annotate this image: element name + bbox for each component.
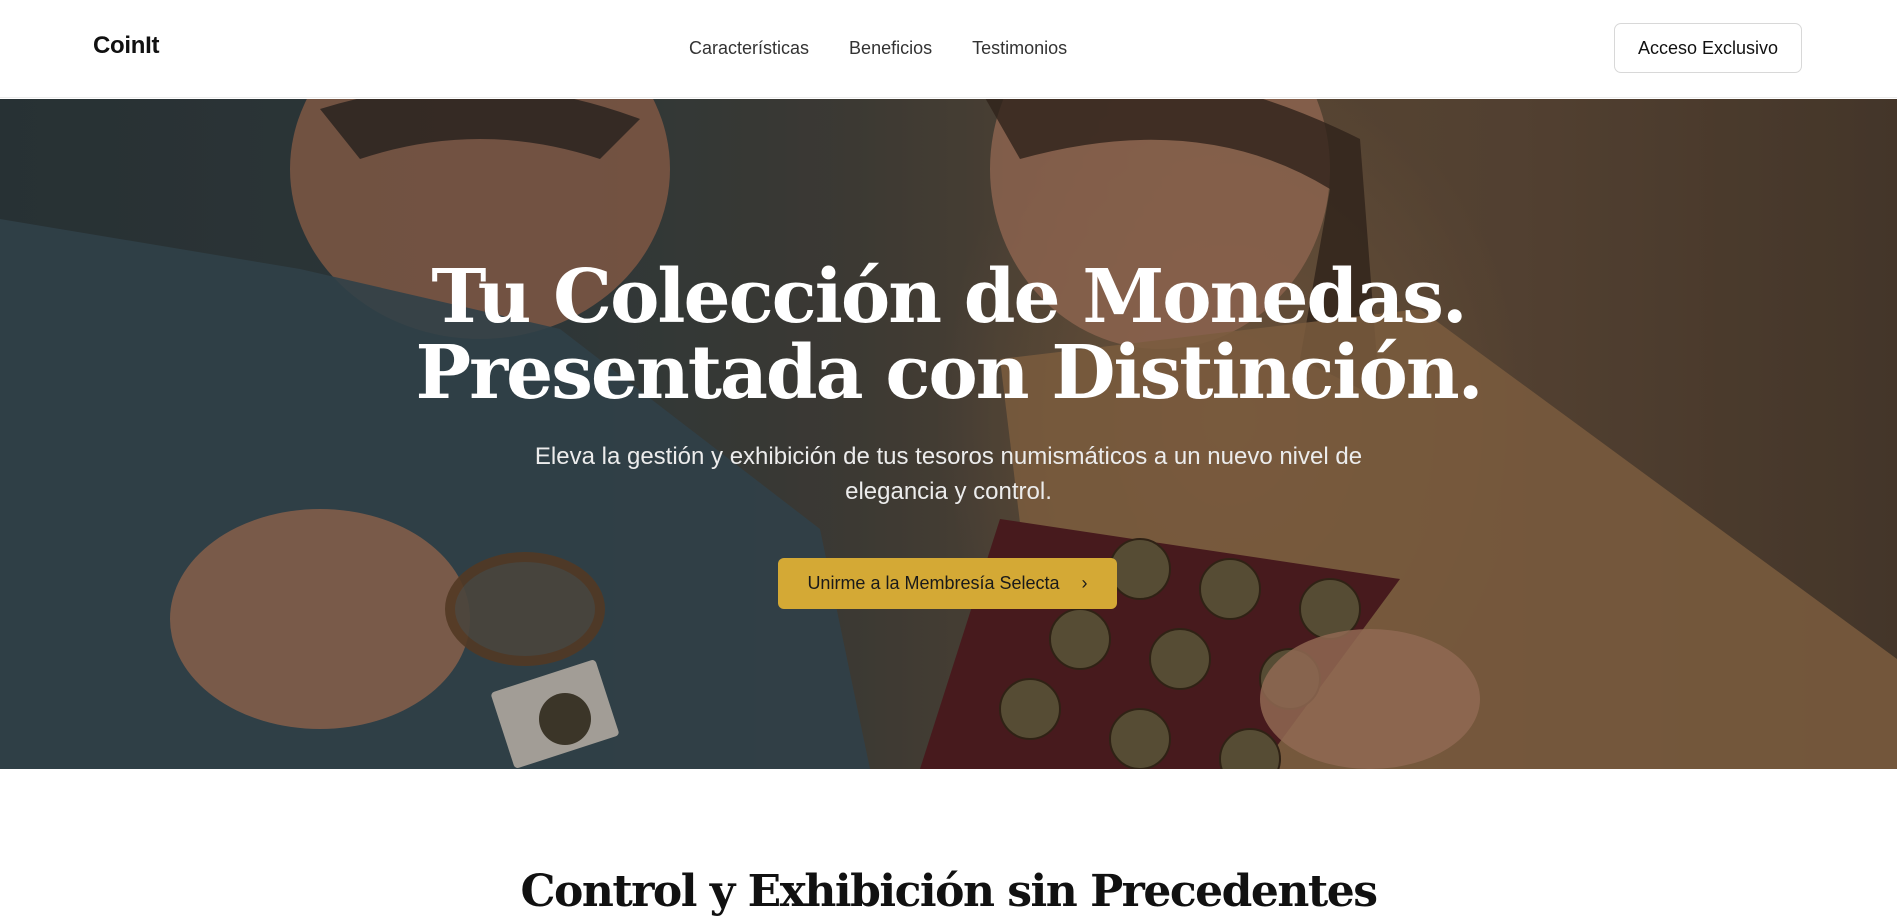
hero-title-line-1: Tu Colección de Monedas. [431,254,1467,340]
hero-section: Tu Colección de Monedas. Presentada con … [0,99,1897,769]
hero-subtitle: Eleva la gestión y exhibición de tus tes… [534,443,1363,505]
nav-link-beneficios[interactable]: Beneficios [849,38,932,59]
features-section-title: Control y Exhibición sin Precedentes [520,866,1378,917]
nav-link-caracteristicas[interactable]: Características [689,38,809,59]
hero-title-line-2: Presentada con Distinción. [415,330,1484,416]
nav-link-testimonios[interactable]: Testimonios [972,38,1067,59]
chevron-right-icon: › [1081,573,1088,593]
brand-logo[interactable]: CoinIt [93,32,159,60]
exclusive-access-button[interactable]: Acceso Exclusivo [1614,23,1802,73]
join-membership-button[interactable]: Unirme a la Membresía Selecta › [778,558,1117,609]
site-header: CoinIt Características Beneficios Testim… [0,0,1897,98]
hero-title: Tu Colección de Monedas. Presentada con … [0,259,1897,411]
cta-label: Unirme a la Membresía Selecta [807,573,1060,593]
hero-dark-overlay [0,99,1897,769]
main-nav: Características Beneficios Testimonios [689,38,1067,59]
